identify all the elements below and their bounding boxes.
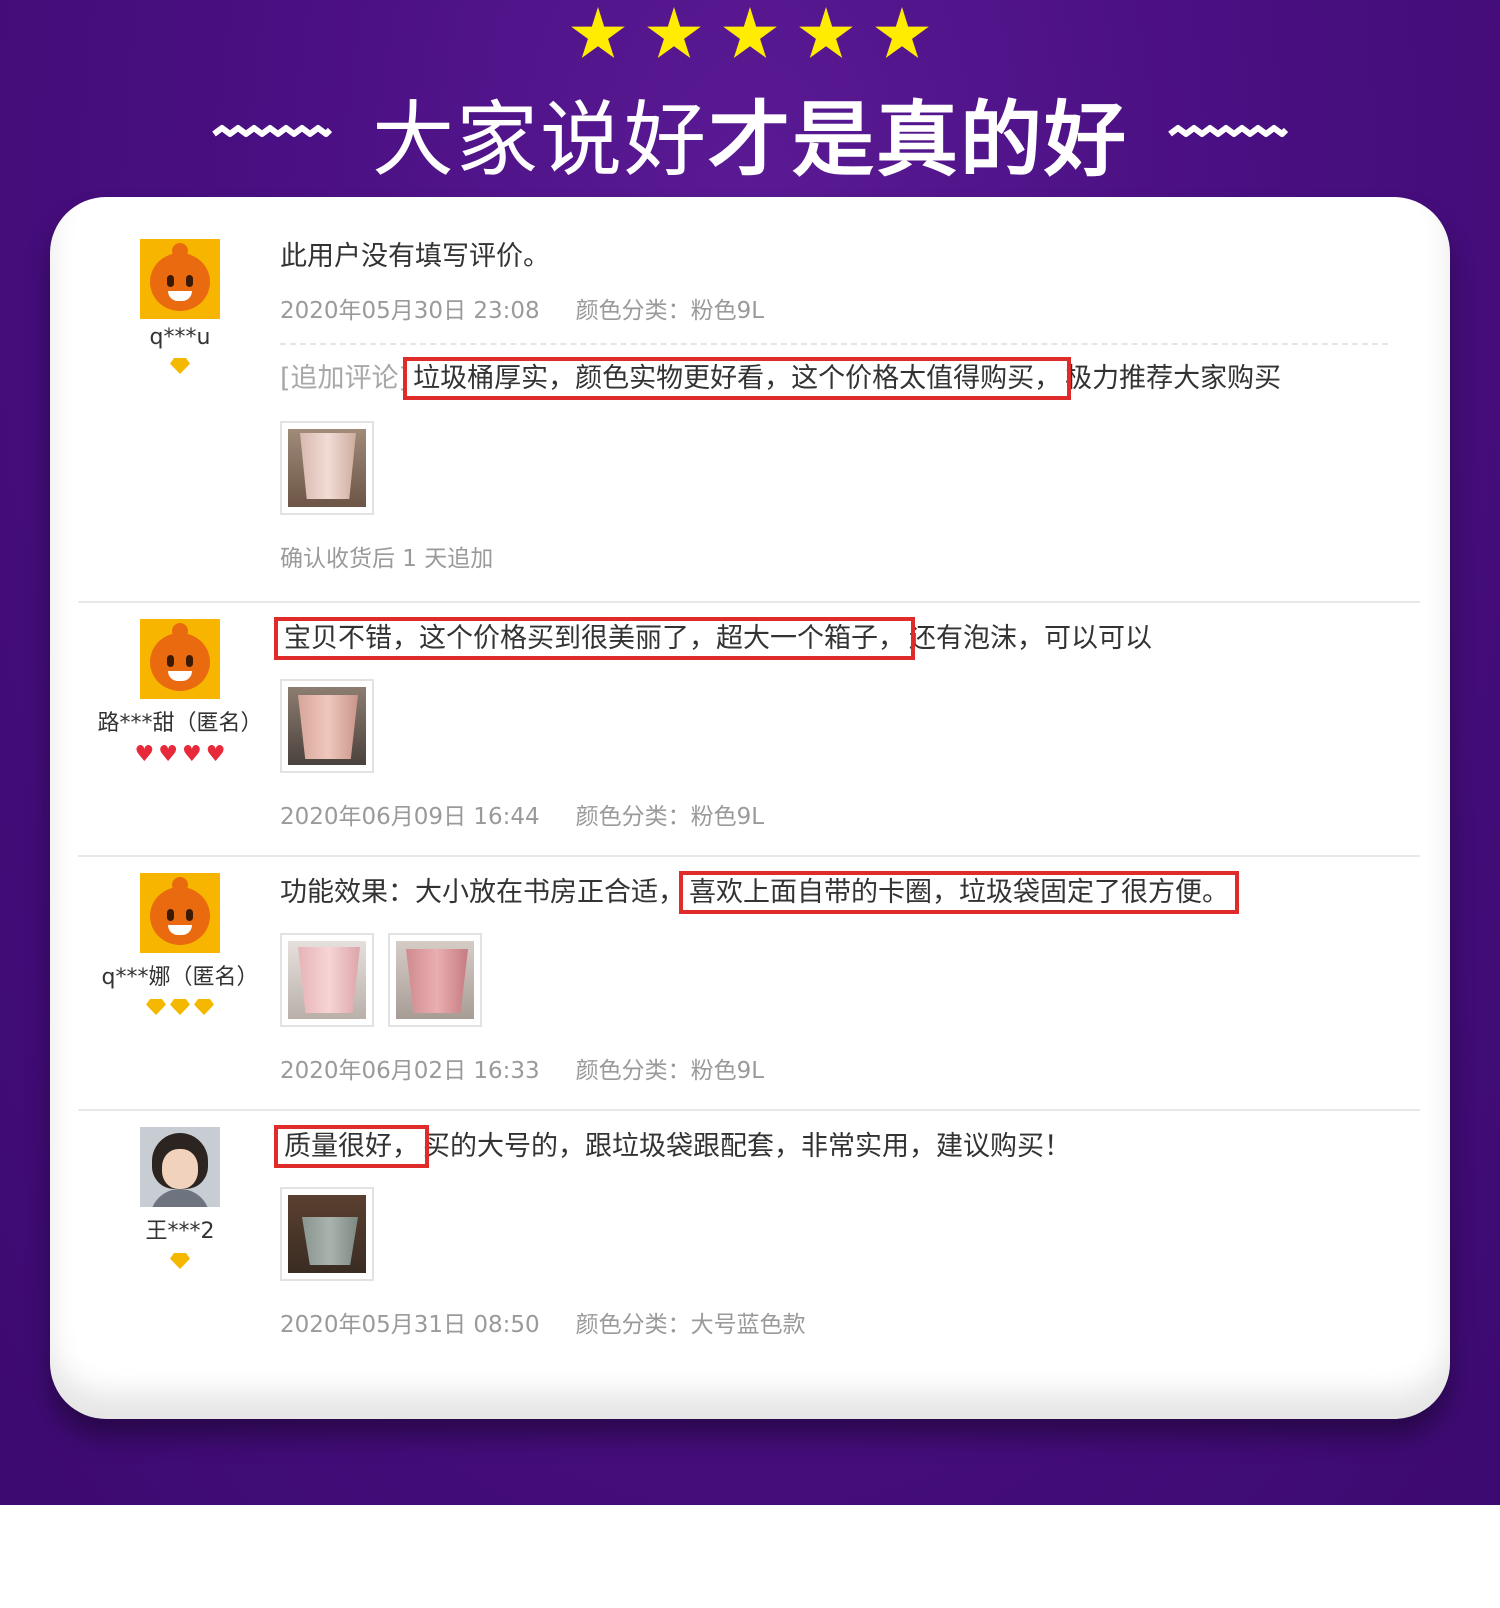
- review-divider: [78, 1109, 1420, 1111]
- gem-icon: [194, 999, 214, 1015]
- review-photo[interactable]: [280, 933, 374, 1027]
- review-banner: 大家说好 才是真的好 q***u 此用户没有填写评价。 2020年05月30日 2: [0, 0, 1500, 1505]
- review-content: 宝贝不错，这个价格买到很美丽了，超大一个箱子， 还有泡沫，可以可以 2020年06…: [274, 617, 1420, 831]
- reviewer-name[interactable]: 王***2: [85, 1213, 275, 1245]
- review-meta: 2020年05月30日 23:08 颜色分类：粉色9L: [280, 291, 1420, 325]
- highlighted-text: 宝贝不错，这个价格买到很美丽了，超大一个箱子，: [274, 617, 915, 660]
- reviews-card: q***u 此用户没有填写评价。 2020年05月30日 23:08 颜色分类：粉…: [50, 197, 1450, 1419]
- heart-icon: ♥: [134, 742, 155, 767]
- review-photo[interactable]: [280, 1187, 374, 1281]
- heart-icon: ♥: [158, 742, 178, 767]
- review-text-rest: 还有泡沫，可以可以: [909, 623, 1152, 654]
- title-bold: 才是真的好: [708, 92, 1129, 188]
- review-text-rest: 买的大号的，跟垃圾袋跟配套，非常实用，建议购买！: [423, 1131, 1071, 1162]
- followup-note: 确认收货后 1 天追加: [280, 546, 494, 572]
- review-text-prefix: 功能效果：大小放在书房正合适，: [280, 877, 685, 908]
- review-text: 此用户没有填写评价。: [280, 241, 550, 272]
- avatar[interactable]: [140, 239, 220, 319]
- gem-icon: [170, 999, 190, 1015]
- gem-icon: [170, 358, 190, 374]
- review-text: 质量很好， 买的大号的，跟垃圾袋跟配套，非常实用，建议购买！: [274, 1125, 1420, 1168]
- reviewer-level: [85, 1253, 275, 1269]
- star-icon: [723, 7, 777, 58]
- avatar[interactable]: [140, 619, 220, 699]
- reviewer: 王***2: [85, 1127, 275, 1269]
- dashed-divider: [280, 343, 1388, 345]
- star-icon: [571, 7, 625, 58]
- review-photos: [280, 933, 1420, 1027]
- review-category: 颜色分类：粉色9L: [575, 298, 765, 324]
- page-title: 大家说好 才是真的好: [0, 82, 1500, 188]
- review-content: 功能效果：大小放在书房正合适， 喜欢上面自带的卡圈，垃圾袋固定了很方便。 2020…: [280, 871, 1420, 1085]
- review-date: 2020年05月31日 08:50: [280, 1312, 540, 1338]
- review-text: 宝贝不错，这个价格买到很美丽了，超大一个箱子， 还有泡沫，可以可以: [274, 617, 1420, 660]
- reviewer-name[interactable]: 路***甜（匿名）: [85, 705, 275, 737]
- star-icon: [875, 7, 929, 58]
- heart-icon: ♥: [182, 742, 202, 767]
- review-photo[interactable]: [388, 933, 482, 1027]
- star-icon: [647, 7, 701, 58]
- squiggle-right-icon: [1168, 125, 1289, 137]
- review-meta: 2020年06月09日 16:44 颜色分类：粉色9L: [280, 797, 1420, 831]
- followup-text: [追加评论] 垃圾桶厚实，颜色实物更好看，这个价格太值得购买， 极力推荐大家购买: [280, 357, 1420, 400]
- avatar[interactable]: [140, 1127, 220, 1207]
- review-photo[interactable]: [280, 679, 374, 773]
- review-photos: [280, 679, 1420, 773]
- review-meta: 2020年05月31日 08:50 颜色分类：大号蓝色款: [280, 1305, 1420, 1339]
- review-photos: [280, 421, 1420, 515]
- title-light: 大家说好: [371, 92, 708, 188]
- reviewer-level: [85, 999, 275, 1015]
- reviewer-name[interactable]: q***u: [85, 325, 275, 350]
- avatar[interactable]: [140, 873, 220, 953]
- review-date: 2020年06月09日 16:44: [280, 804, 540, 830]
- review-content: 质量很好， 买的大号的，跟垃圾袋跟配套，非常实用，建议购买！ 2020年05月31…: [274, 1125, 1420, 1339]
- followup-rest: 极力推荐大家购买: [1065, 363, 1282, 394]
- reviewer-level: ♥ ♥ ♥ ♥: [85, 742, 275, 767]
- review-divider: [78, 855, 1420, 857]
- review-category: 颜色分类：粉色9L: [575, 1058, 765, 1084]
- reviewer-name[interactable]: q***娜（匿名）: [85, 959, 275, 991]
- review-content: 此用户没有填写评价。 2020年05月30日 23:08 颜色分类：粉色9L [追…: [280, 237, 1420, 573]
- review-category: 颜色分类：粉色9L: [575, 804, 765, 830]
- review-text: 功能效果：大小放在书房正合适， 喜欢上面自带的卡圈，垃圾袋固定了很方便。: [280, 871, 1420, 914]
- reviewer: q***u: [85, 239, 275, 374]
- gem-icon: [146, 999, 166, 1015]
- reviewer: 路***甜（匿名） ♥ ♥ ♥ ♥: [85, 619, 275, 767]
- review-meta: 2020年06月02日 16:33 颜色分类：粉色9L: [280, 1051, 1420, 1085]
- heart-icon: ♥: [205, 742, 226, 767]
- review-photos: [280, 1187, 1420, 1281]
- review-photo[interactable]: [280, 421, 374, 515]
- reviewer-level: [85, 358, 275, 374]
- rating-stars: [570, 0, 930, 70]
- star-icon: [799, 7, 853, 58]
- squiggle-left-icon: [212, 125, 332, 137]
- highlighted-text: 垃圾桶厚实，颜色实物更好看，这个价格太值得购买，: [403, 357, 1072, 400]
- highlighted-text: 质量很好，: [274, 1125, 429, 1168]
- gem-icon: [170, 1253, 190, 1269]
- followup-label: [追加评论]: [280, 363, 410, 394]
- review-date: 2020年05月30日 23:08: [280, 298, 540, 324]
- reviewer: q***娜（匿名）: [85, 873, 275, 1015]
- review-date: 2020年06月02日 16:33: [280, 1058, 540, 1084]
- review-category: 颜色分类：大号蓝色款: [575, 1312, 806, 1338]
- highlighted-text: 喜欢上面自带的卡圈，垃圾袋固定了很方便。: [679, 871, 1239, 914]
- review-divider: [78, 601, 1420, 603]
